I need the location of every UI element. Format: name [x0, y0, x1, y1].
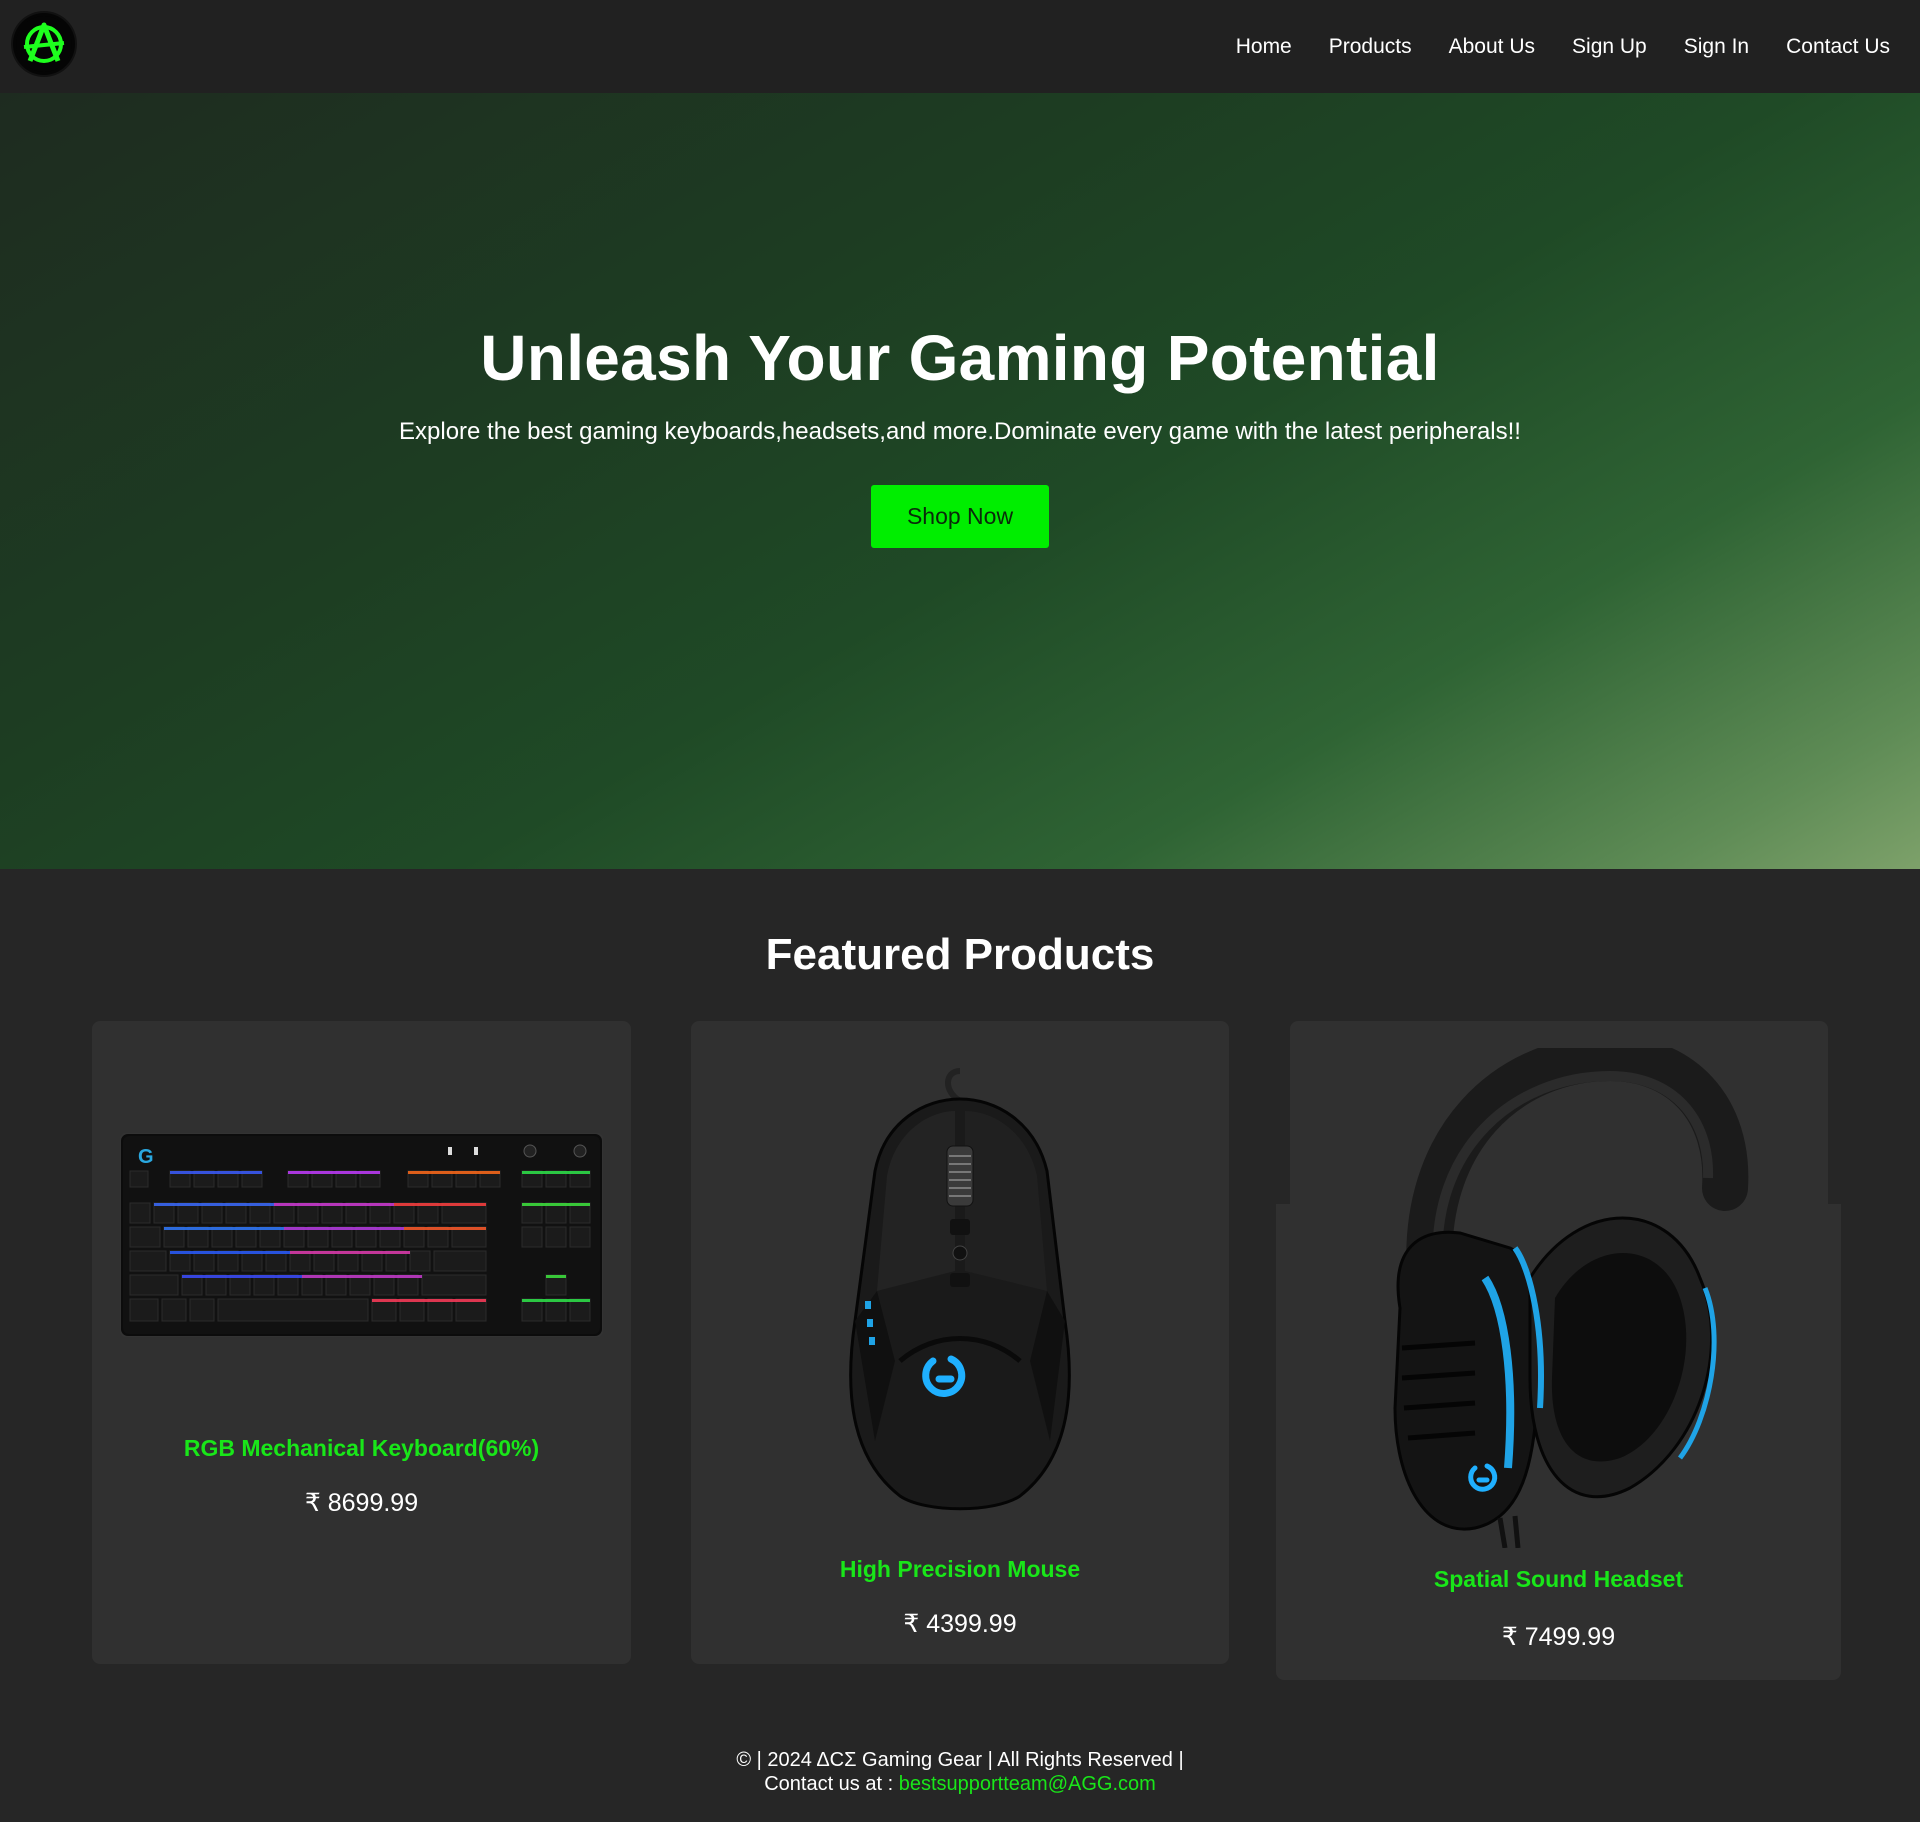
- nav-signup-link[interactable]: Sign Up: [1572, 35, 1647, 59]
- main-nav: Home Products About Us Sign Up Sign In C…: [1236, 0, 1890, 93]
- product-card-mouse[interactable]: High Precision Mouse ₹ 4399.99: [691, 1021, 1229, 1664]
- hero-subtitle: Explore the best gaming keyboards,headse…: [399, 418, 1521, 445]
- product-price: ₹ 4399.99: [903, 1610, 1017, 1638]
- nav-contact-link[interactable]: Contact Us: [1786, 35, 1890, 59]
- svg-text:G: G: [138, 1146, 154, 1168]
- headset-image: [1380, 1034, 1760, 1549]
- nav-home-link[interactable]: Home: [1236, 35, 1292, 59]
- mouse-image: [815, 1061, 1105, 1531]
- product-name: Spatial Sound Headset: [1433, 1566, 1684, 1592]
- contact-line: Contact us at : bestsupportteam@AGG.com: [0, 1772, 1920, 1796]
- nav-about-link[interactable]: About Us: [1449, 35, 1535, 59]
- featured-products-heading: Featured Products: [765, 930, 1155, 979]
- footer: © | 2024 ΔCΣ Gaming Gear | All Rights Re…: [0, 1748, 1920, 1796]
- hero-banner: Unleash Your Gaming Potential Explore th…: [0, 93, 1920, 869]
- hero-title: Unleash Your Gaming Potential: [480, 322, 1440, 394]
- contact-email-link[interactable]: bestsupportteam@AGG.com: [899, 1773, 1156, 1795]
- nav-products-link[interactable]: Products: [1329, 35, 1412, 59]
- product-name: RGB Mechanical Keyboard(60%): [183, 1435, 540, 1461]
- copyright-text: © | 2024 ΔCΣ Gaming Gear | All Rights Re…: [736, 1749, 1184, 1771]
- nav-signin-link[interactable]: Sign In: [1684, 35, 1749, 59]
- top-navbar: Home Products About Us Sign Up Sign In C…: [0, 0, 1920, 93]
- anarchy-logo-icon[interactable]: [13, 13, 75, 75]
- product-price: ₹ 7499.99: [1501, 1623, 1616, 1651]
- contact-label: Contact us at :: [764, 1773, 899, 1795]
- shop-now-button[interactable]: Shop Now: [871, 485, 1049, 548]
- product-card-keyboard[interactable]: G RGB Mechanical Keyboard(60%) ₹ 8699.99: [92, 1021, 631, 1664]
- keyboard-image: G: [119, 1132, 604, 1338]
- product-price: ₹ 8699.99: [304, 1489, 419, 1517]
- product-name: High Precision Mouse: [839, 1556, 1081, 1582]
